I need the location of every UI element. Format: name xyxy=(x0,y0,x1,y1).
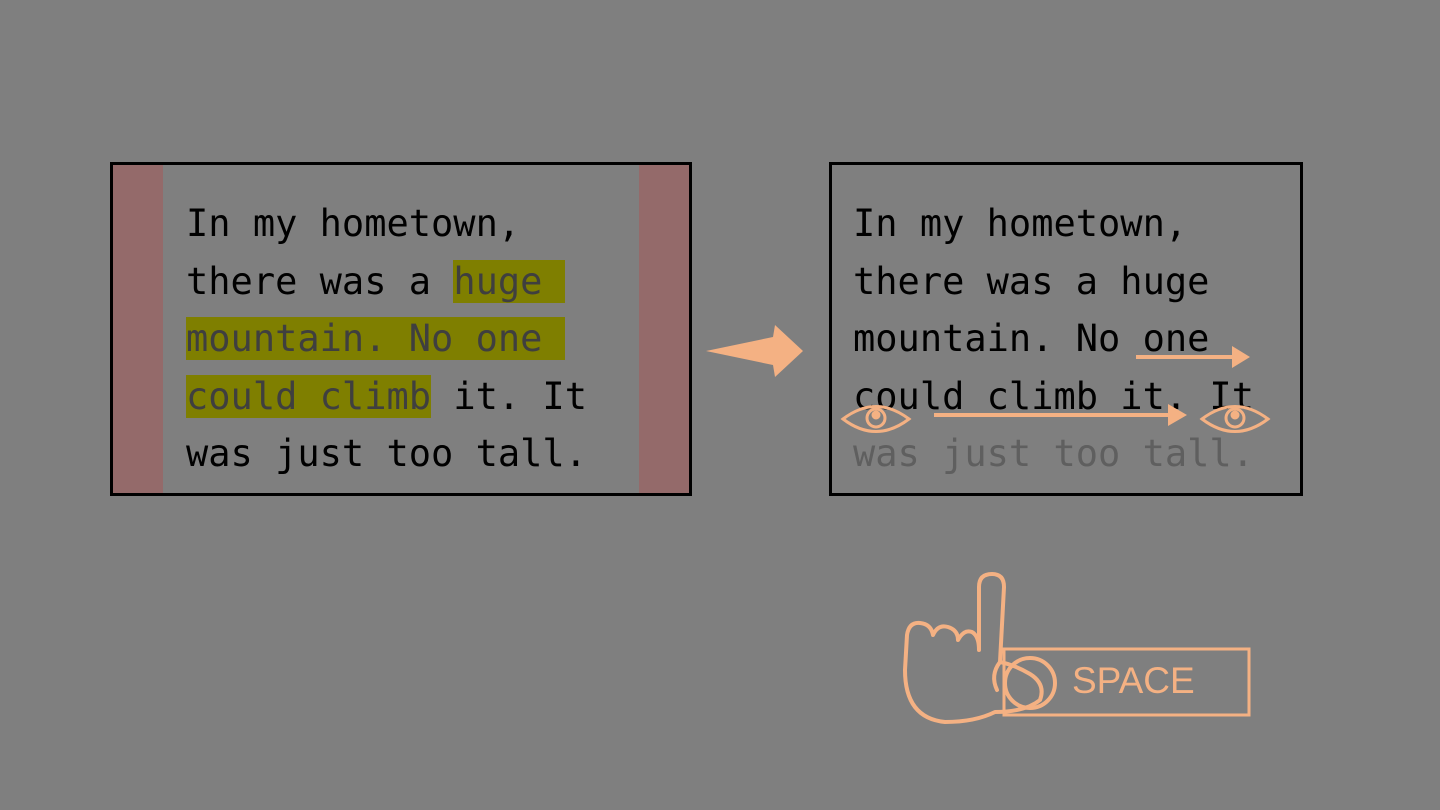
reading-arrow-upper-icon xyxy=(1136,346,1250,368)
space-key-label: SPACE xyxy=(1072,660,1195,701)
eye-right-icon xyxy=(1199,405,1271,433)
transition-arrow-icon xyxy=(706,325,803,377)
diagram-overlay xyxy=(706,325,1271,724)
reading-arrow-lower-icon xyxy=(934,404,1187,426)
eye-left-icon xyxy=(840,405,912,433)
